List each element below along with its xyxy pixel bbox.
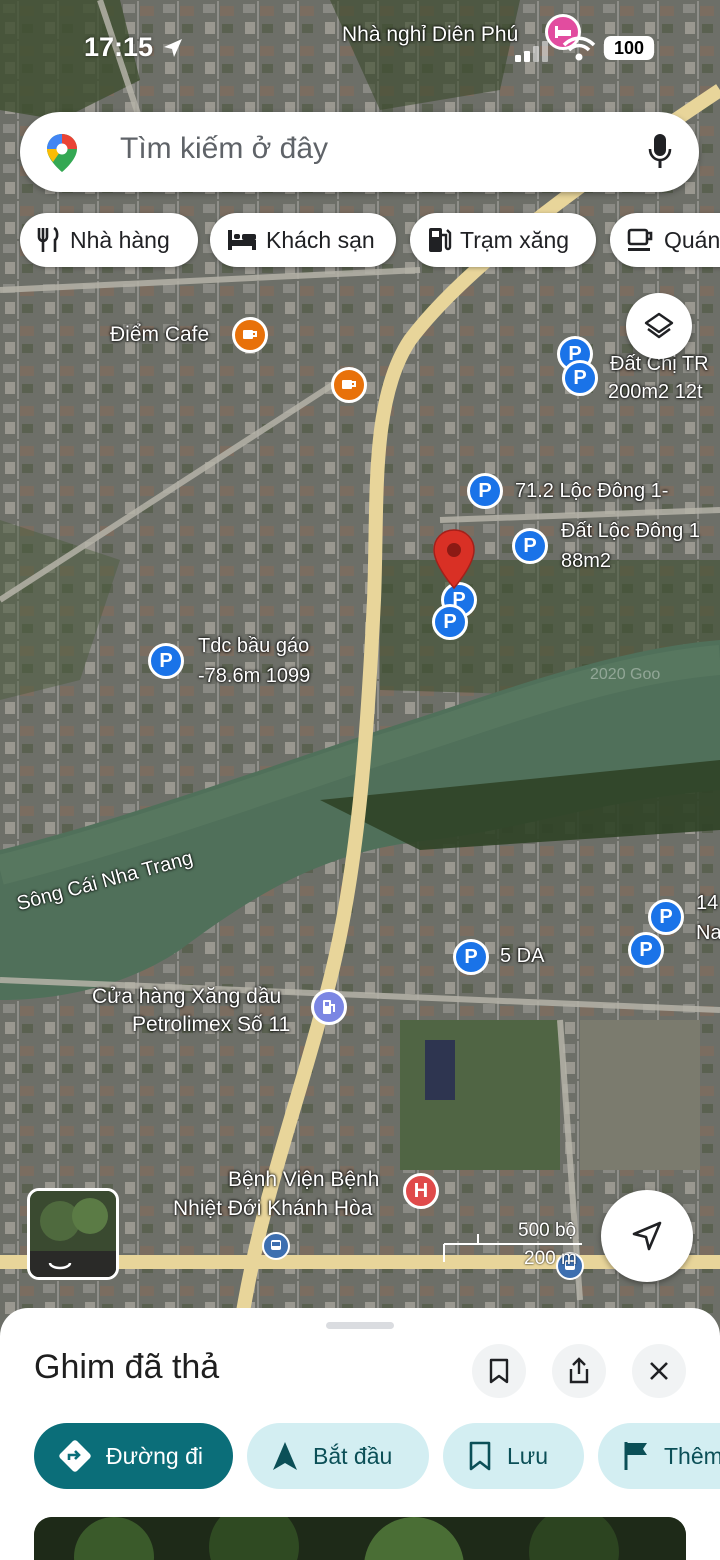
pin-label[interactable]: -78.6m 1099	[198, 664, 310, 688]
map-watermark: 2020 Goo	[590, 666, 661, 683]
pin-label[interactable]: 5 DA	[500, 944, 544, 968]
drag-handle[interactable]	[326, 1322, 394, 1329]
clock: 17:15	[84, 32, 154, 62]
chip-label: Khách sạn	[266, 226, 375, 253]
chip-label: Trạm xăng	[460, 226, 570, 253]
chip-coffee[interactable]: Quán	[610, 213, 720, 267]
gas-station-icon	[426, 225, 452, 255]
chip-hotels[interactable]: Khách sạn	[210, 213, 396, 267]
street-view-thumbnail[interactable]	[27, 1188, 119, 1280]
poi-label-gas-station-2[interactable]: Petrolimex Số 11	[132, 1012, 290, 1038]
my-location-button[interactable]	[601, 1190, 693, 1282]
poi-label-gas-station[interactable]: Cửa hàng Xăng dầu	[92, 984, 281, 1010]
map-scale: 500 bộ 200 m	[442, 1218, 592, 1269]
pin-label[interactable]: 200m2 12t	[608, 380, 703, 404]
navigation-arrow-icon	[632, 1221, 662, 1251]
chip-label: Quán	[664, 226, 720, 253]
close-icon	[650, 1362, 668, 1380]
directions-button[interactable]: Đường đi	[34, 1423, 233, 1489]
poi-label-hospital[interactable]: Bệnh Viện Bệnh	[228, 1167, 379, 1193]
save-button[interactable]: Lưu	[443, 1423, 584, 1489]
scale-meters: 200 m	[524, 1248, 577, 1269]
microphone-icon[interactable]	[647, 132, 673, 170]
parking-pin-icon[interactable]: P	[648, 899, 684, 935]
search-input[interactable]: Tìm kiếm ở đây	[120, 132, 328, 166]
parking-pin-icon[interactable]: P	[628, 932, 664, 968]
directions-icon	[58, 1439, 92, 1473]
hospital-pin-icon[interactable]: H	[403, 1173, 439, 1209]
pin-label[interactable]: Đất Lộc Đông 1	[561, 519, 700, 543]
cafe-pin-icon[interactable]	[232, 317, 268, 353]
parking-pin-icon[interactable]: P	[453, 939, 489, 975]
map-layers-button[interactable]	[626, 293, 692, 359]
close-button[interactable]	[632, 1344, 686, 1398]
layers-icon	[644, 312, 674, 339]
pin-label[interactable]: 71.2 Lộc Đông 1-	[515, 479, 668, 503]
chip-restaurants[interactable]: Nhà hàng	[20, 213, 198, 267]
action-label: Lưu	[507, 1442, 548, 1469]
navigation-arrow-icon	[271, 1440, 299, 1472]
google-maps-logo-icon	[47, 134, 77, 172]
parking-pin-icon[interactable]: P	[562, 360, 598, 396]
parking-pin-icon[interactable]: P	[148, 643, 184, 679]
location-services-icon	[164, 39, 182, 57]
parking-pin-icon[interactable]: P	[432, 604, 468, 640]
status-bar: 17:15 100	[0, 0, 720, 100]
chip-gas-stations[interactable]: Trạm xăng	[410, 213, 596, 267]
bus-stop-icon[interactable]	[262, 1232, 290, 1260]
dropped-pin-icon[interactable]	[431, 528, 477, 590]
action-label: Đường đi	[106, 1442, 203, 1469]
action-label: Bắt đầu	[313, 1442, 393, 1469]
bookmark-icon	[489, 1358, 509, 1384]
pin-label[interactable]: 14	[696, 891, 718, 915]
flag-icon	[622, 1440, 650, 1472]
parking-pin-icon[interactable]: P	[512, 528, 548, 564]
place-bottom-sheet[interactable]: Ghim đã thả Đường đi Bắt đầu Lưu Thêm	[0, 1308, 720, 1560]
cafe-pin-icon[interactable]	[331, 367, 367, 403]
pin-label[interactable]: Na	[696, 921, 720, 945]
restaurant-icon	[36, 226, 62, 254]
share-icon	[569, 1357, 589, 1384]
wifi-icon	[562, 36, 596, 61]
map-view[interactable]: Nhà nghỉ Diên Phú Điểm Cafe P P Đất Chị …	[0, 0, 720, 1330]
action-label: Thêm	[664, 1442, 720, 1469]
parking-pin-icon[interactable]: P	[467, 473, 503, 509]
bookmark-icon	[467, 1441, 493, 1471]
pin-label[interactable]: Tdc bầu gáo	[198, 634, 309, 658]
place-photo[interactable]	[34, 1517, 686, 1560]
poi-label-cafe[interactable]: Điểm Cafe	[110, 322, 209, 348]
start-navigation-button[interactable]: Bắt đầu	[247, 1423, 429, 1489]
hotel-icon	[226, 228, 258, 252]
scale-feet: 500 bộ	[518, 1220, 577, 1241]
sheet-title: Ghim đã thả	[34, 1348, 220, 1386]
share-button[interactable]	[552, 1344, 606, 1398]
search-bar[interactable]: Tìm kiếm ở đây	[20, 112, 699, 192]
chip-label: Nhà hàng	[70, 226, 170, 253]
save-icon-button[interactable]	[472, 1344, 526, 1398]
battery-indicator: 100	[604, 36, 654, 60]
pin-label[interactable]: 88m2	[561, 549, 611, 573]
poi-label-hospital-2[interactable]: Nhiệt Đới Khánh Hòa	[173, 1196, 372, 1222]
more-button[interactable]: Thêm	[598, 1423, 720, 1489]
cellular-signal-icon	[515, 41, 548, 62]
coffee-icon	[626, 227, 656, 253]
gas-station-pin-icon[interactable]	[311, 989, 347, 1025]
